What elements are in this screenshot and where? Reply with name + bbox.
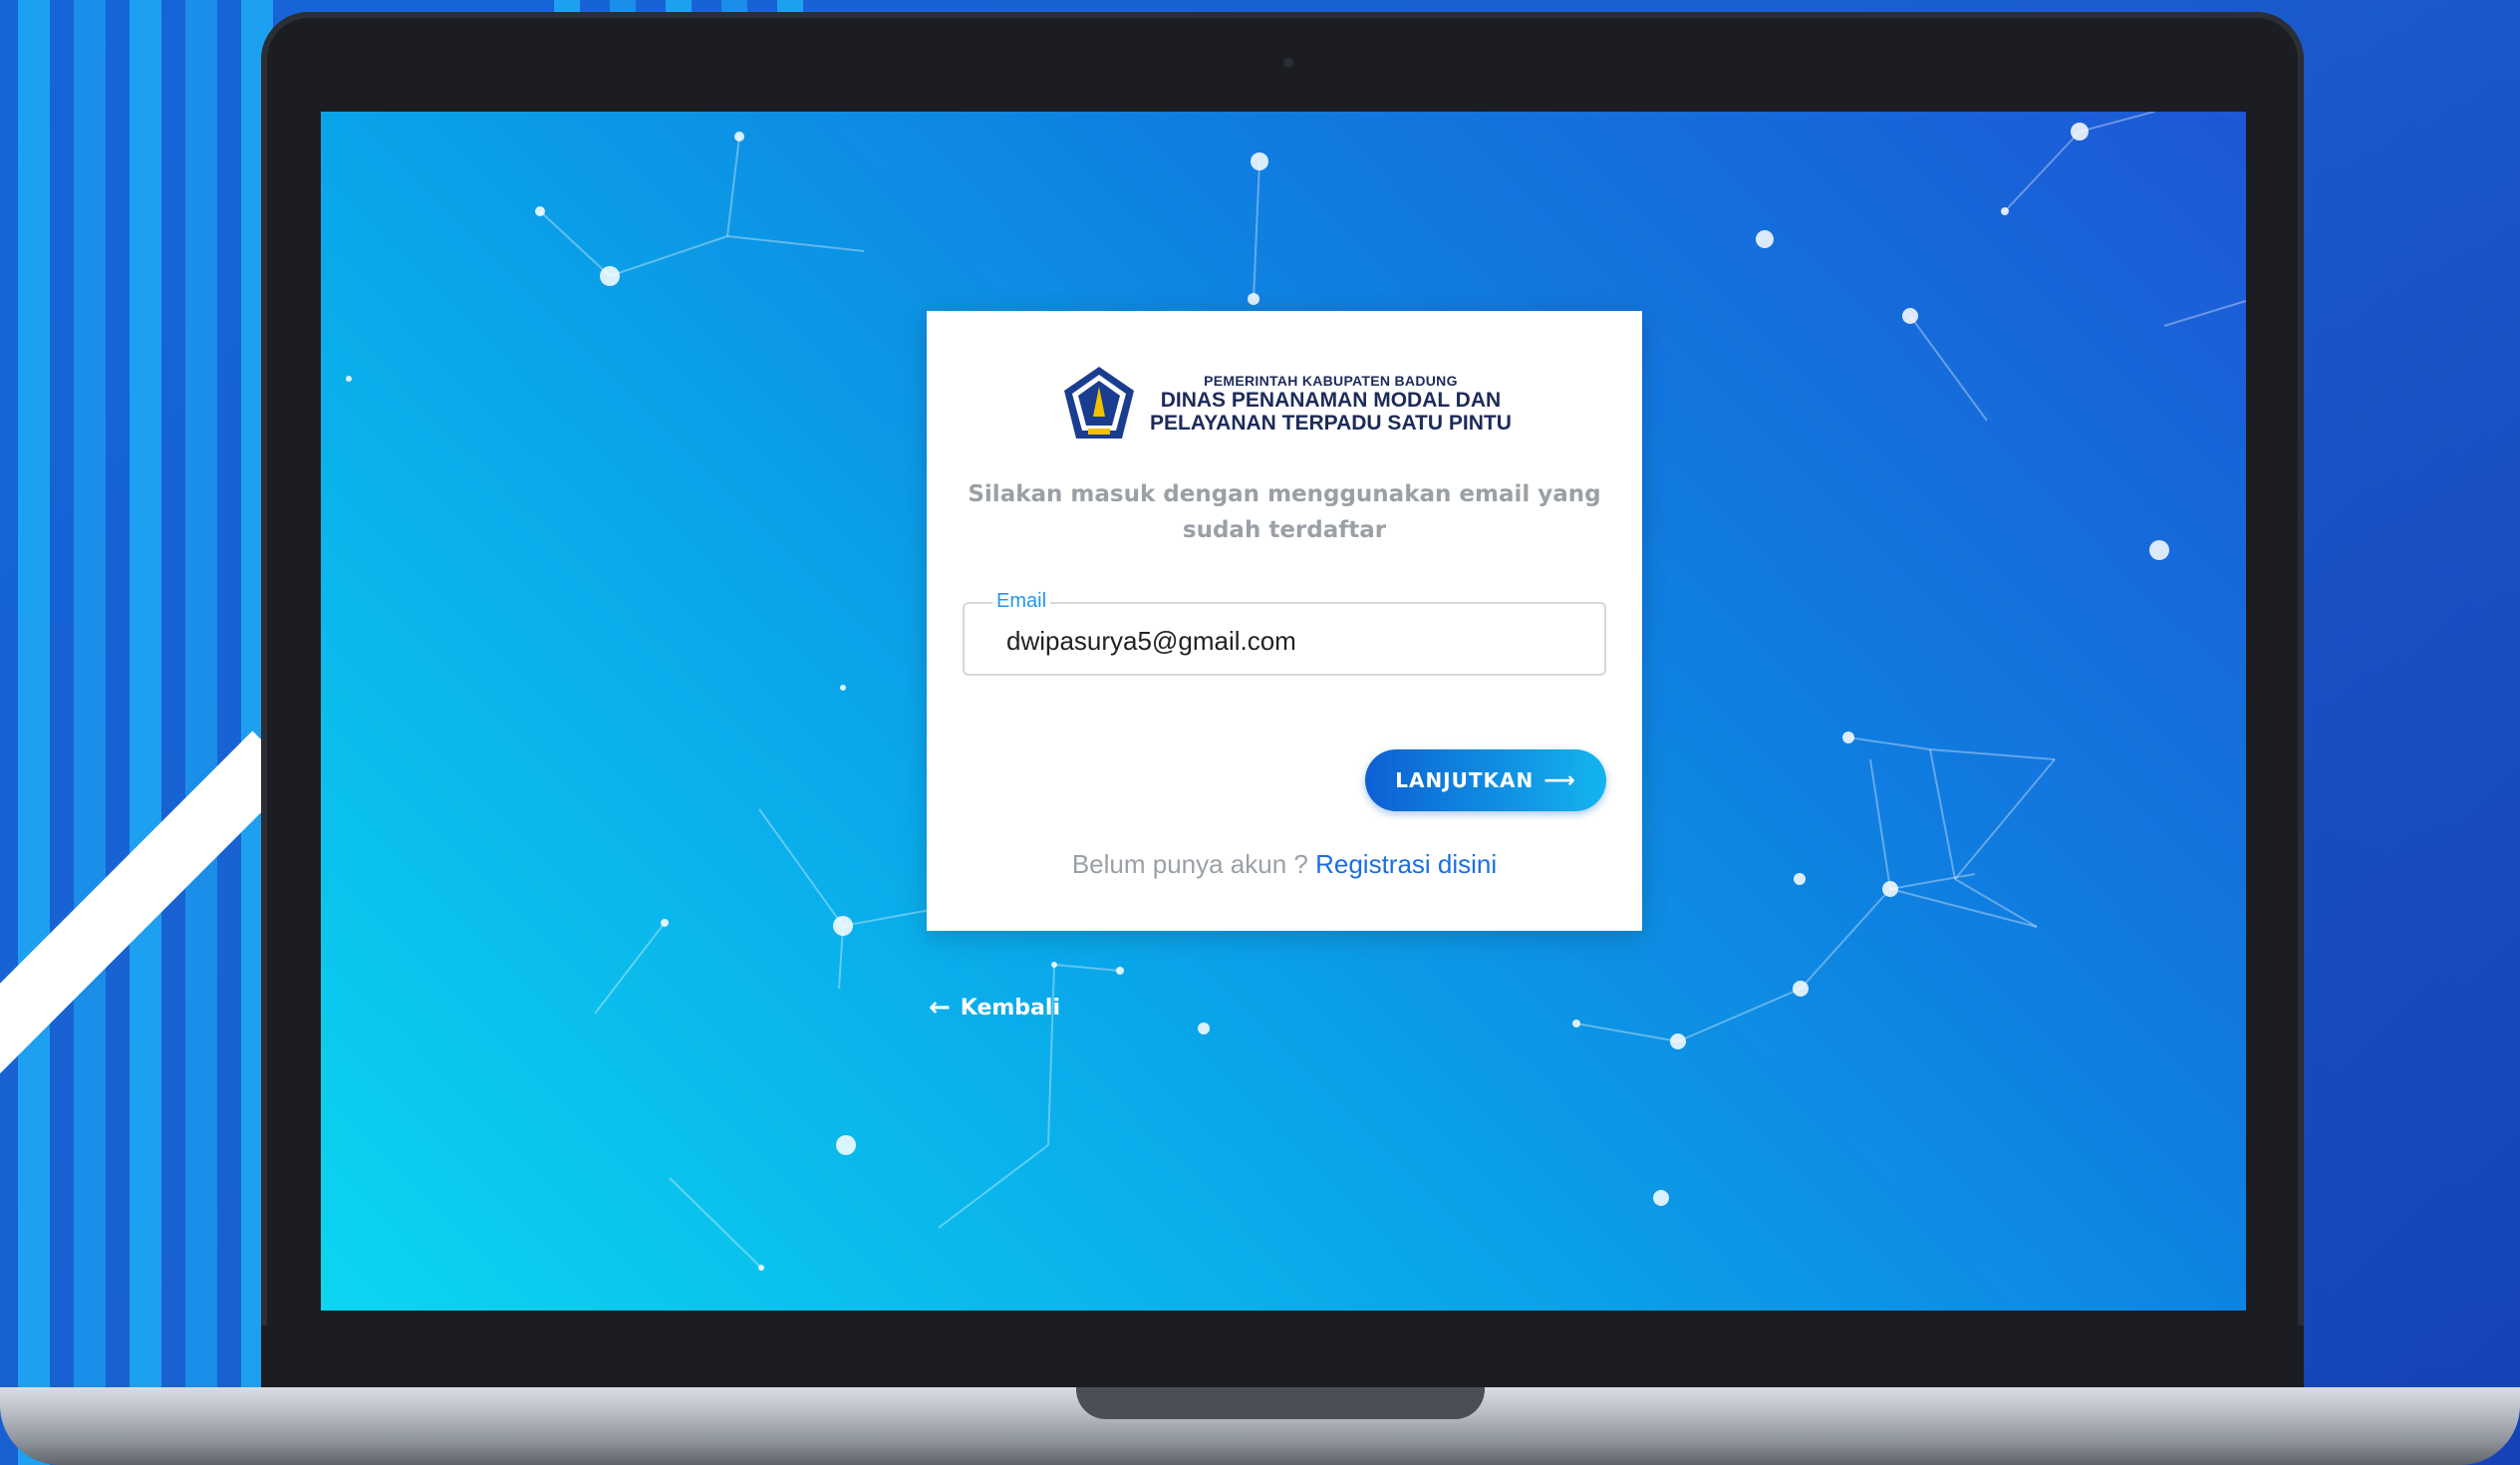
- badung-crest-icon: [1064, 367, 1134, 439]
- continue-button[interactable]: LANJUTKAN ⟶: [1365, 749, 1606, 811]
- agency-name-line3: PELAYANAN TERPADU SATU PINTU: [1150, 412, 1512, 435]
- laptop-camera: [1283, 58, 1293, 68]
- laptop-hinge-notch: [1076, 1387, 1485, 1419]
- agency-name: PEMERINTAH KABUPATEN BADUNG DINAS PENANA…: [1150, 374, 1512, 434]
- email-field-label: Email: [992, 590, 1051, 613]
- register-prompt-text: Belum punya akun ?: [1071, 849, 1308, 879]
- login-card: PEMERINTAH KABUPATEN BADUNG DINAS PENANA…: [927, 311, 1642, 931]
- back-link[interactable]: ← Kembali: [929, 993, 1060, 1023]
- email-field[interactable]: Email dwipasurya5@gmail.com: [963, 590, 1606, 676]
- login-instruction: Silakan masuk dengan menggunakan email y…: [968, 481, 1601, 543]
- arrow-right-icon: ⟶: [1543, 767, 1576, 793]
- back-link-label: Kembali: [960, 995, 1060, 1021]
- agency-name-line2: DINAS PENANAMAN MODAL DAN: [1160, 389, 1502, 412]
- arrow-left-icon: ←: [929, 993, 951, 1023]
- continue-button-label: LANJUTKAN: [1395, 768, 1535, 792]
- register-link[interactable]: Registrasi disini: [1315, 849, 1497, 879]
- email-field-value[interactable]: dwipasurya5@gmail.com: [1006, 626, 1296, 657]
- register-prompt: Belum punya akun ? Registrasi disini: [957, 849, 1612, 880]
- agency-name-line1: PEMERINTAH KABUPATEN BADUNG: [1204, 373, 1458, 389]
- agency-logo: PEMERINTAH KABUPATEN BADUNG DINAS PENANA…: [1058, 359, 1517, 448]
